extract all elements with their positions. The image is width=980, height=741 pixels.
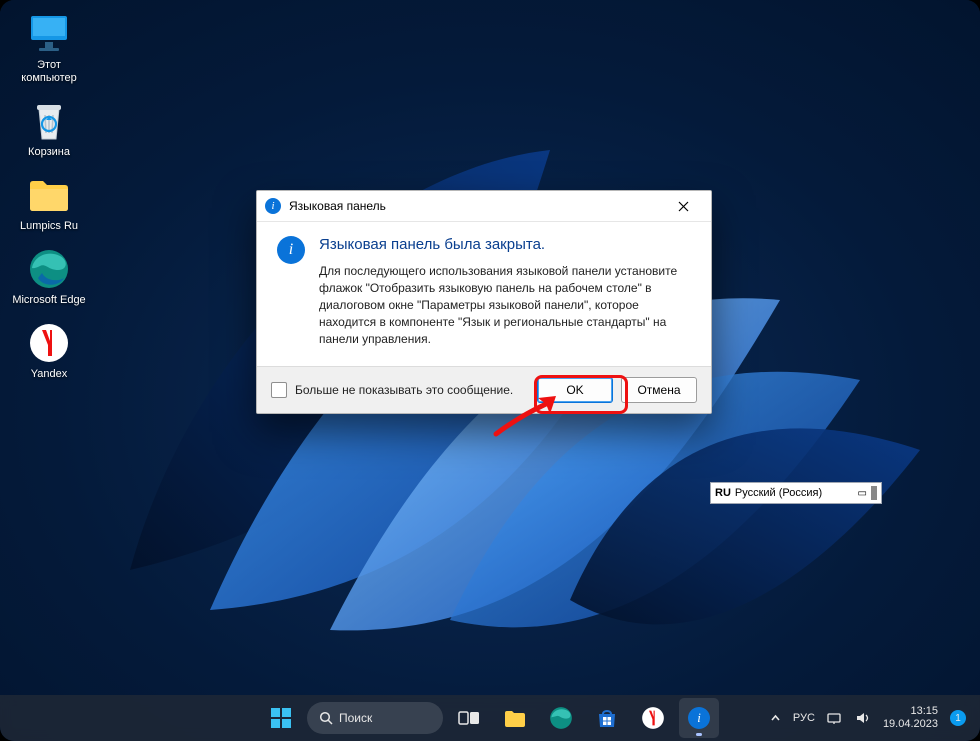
tray-notifications[interactable]: 1 (950, 710, 966, 726)
search-icon (319, 711, 333, 725)
taskview-icon (458, 709, 480, 727)
langbar-minimize-icon[interactable]: ▭ (858, 488, 867, 499)
tray-volume-icon[interactable] (855, 711, 871, 725)
store-icon (596, 707, 618, 729)
close-icon (678, 201, 689, 212)
taskbar-edge[interactable] (541, 698, 581, 738)
tray-lang[interactable]: РУС (793, 712, 815, 724)
icon-label: Lumpics Ru (20, 220, 78, 233)
checkbox-label: Больше не показывать это сообщение. (295, 383, 529, 397)
language-bar[interactable]: RU Русский (Россия) ▭ (710, 482, 882, 504)
edge-icon (26, 247, 72, 291)
edge-icon (549, 706, 573, 730)
icon-label: Этот компьютер (12, 59, 86, 85)
tray-chevron-icon[interactable] (770, 713, 781, 724)
taskbar-search[interactable]: Поиск (307, 702, 443, 734)
langbar-grip-icon[interactable] (871, 486, 877, 500)
taskbar: Поиск i РУС (0, 695, 980, 741)
monitor-icon (26, 12, 72, 56)
info-icon: i (265, 198, 281, 214)
dialog-heading: Языковая панель была закрыта. (319, 236, 691, 253)
dialog-body: i Языковая панель была закрыта. Для посл… (257, 222, 711, 366)
windows-icon (270, 707, 292, 729)
system-tray: РУС 13:15 19.04.2023 1 (770, 705, 966, 731)
trash-icon (26, 99, 72, 143)
taskbar-yandex[interactable] (633, 698, 673, 738)
langbar-code: RU (715, 487, 731, 499)
info-icon: i (688, 707, 710, 729)
dialog-title: Языковая панель (289, 199, 386, 213)
folder-icon (26, 173, 72, 217)
taskbar-center: Поиск i (261, 698, 719, 738)
start-button[interactable] (261, 698, 301, 738)
folder-icon (503, 708, 527, 728)
ok-button[interactable]: OK (537, 377, 613, 403)
icon-this-pc[interactable]: Этот компьютер (12, 12, 86, 85)
yandex-icon (26, 321, 72, 365)
dialog-text: Для последующего использования языковой … (319, 263, 691, 348)
tray-clock[interactable]: 13:15 19.04.2023 (883, 705, 938, 731)
dialog-footer: Больше не показывать это сообщение. OK О… (257, 366, 711, 413)
tray-network-icon[interactable] (827, 711, 843, 725)
icon-label: Корзина (28, 146, 70, 159)
close-button[interactable] (663, 193, 703, 219)
dialog-titlebar[interactable]: i Языковая панель (257, 191, 711, 222)
icon-folder-lumpics[interactable]: Lumpics Ru (12, 173, 86, 233)
icon-label: Microsoft Edge (12, 294, 85, 307)
info-icon: i (277, 236, 305, 264)
language-panel-dialog: i Языковая панель i Языковая панель была… (256, 190, 712, 414)
taskbar-langpanel-dialog[interactable]: i (679, 698, 719, 738)
tray-time: 13:15 (910, 705, 938, 718)
desktop-screen: Этот компьютер Корзина Lumpics Ru Micros… (0, 0, 980, 741)
task-view-button[interactable] (449, 698, 489, 738)
yandex-icon (641, 706, 665, 730)
tray-date: 19.04.2023 (883, 718, 938, 731)
icon-recycle-bin[interactable]: Корзина (12, 99, 86, 159)
desktop-icons: Этот компьютер Корзина Lumpics Ru Micros… (12, 12, 86, 381)
dont-show-again-checkbox[interactable] (271, 382, 287, 398)
taskbar-explorer[interactable] (495, 698, 535, 738)
taskbar-store[interactable] (587, 698, 627, 738)
icon-label: Yandex (31, 368, 68, 381)
icon-yandex[interactable]: Yandex (12, 321, 86, 381)
langbar-name: Русский (Россия) (735, 487, 822, 499)
cancel-button[interactable]: Отмена (621, 377, 697, 403)
search-label: Поиск (339, 711, 372, 725)
icon-edge[interactable]: Microsoft Edge (12, 247, 86, 307)
